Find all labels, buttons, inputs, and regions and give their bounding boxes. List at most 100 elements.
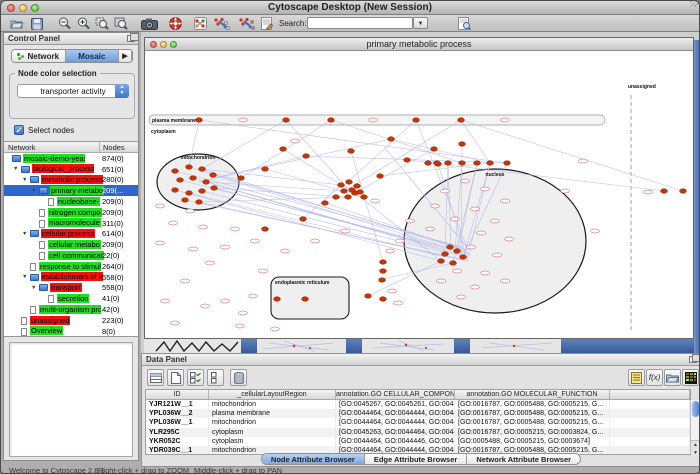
tree-row[interactable]: ▼metabolic process280(0) <box>4 175 138 186</box>
table-cell[interactable]: cytoplasm <box>209 437 336 446</box>
tree-row[interactable]: response to stimulu264(0) <box>4 261 138 272</box>
tree-expander-icon[interactable]: ▼ <box>22 177 27 183</box>
tree-item-label[interactable]: nitrogen compo <box>48 208 102 217</box>
window-resize-grip[interactable] <box>690 0 698 7</box>
table-cell[interactable]: [GO:0044464, GO:0044444, GO:0044425, G..… <box>336 418 455 427</box>
table-scrollbar[interactable]: ▲▼ <box>690 400 699 456</box>
tree-row[interactable]: Overview8(0) <box>4 326 138 337</box>
tree-row[interactable]: nitrogen compo209(0) <box>4 207 138 218</box>
table-cell[interactable]: [GO:0016787, GO:0005488, GO:0005215, G..… <box>455 400 610 409</box>
advanced-search-icon[interactable] <box>457 17 471 30</box>
tree-item-label[interactable]: transport <box>50 283 82 292</box>
tree-expander-icon[interactable]: ▼ <box>22 231 27 237</box>
tree-row[interactable]: ▼transport558(0) <box>4 283 138 294</box>
network-canvas[interactable]: plasma membranecytoplasmmitochondrionnuc… <box>145 51 693 338</box>
tree-expander-icon[interactable]: ▼ <box>31 188 36 194</box>
table-cell[interactable]: YJR121W__1 <box>146 400 209 409</box>
tree-item-label[interactable]: multi-organism pro <box>39 305 101 314</box>
unselect-attributes-icon[interactable] <box>207 369 224 386</box>
tree-row[interactable]: ▼biological_process651(0) <box>4 164 138 175</box>
tree-expander-icon[interactable]: ▼ <box>31 285 36 291</box>
snapshot-camera-icon[interactable] <box>140 17 158 30</box>
attribute-browser-tab[interactable]: Edge Attribute Browser <box>365 454 467 464</box>
tree-row[interactable]: macromolecule311(0) <box>4 218 138 229</box>
table-cell[interactable]: [GO:0045267, GO:0045261, GO:0044464, G..… <box>336 400 455 409</box>
tree-item-label[interactable]: unassigned <box>30 316 70 325</box>
function-builder-icon[interactable]: f(x) <box>646 369 663 386</box>
tree-item-label[interactable]: cellular metabo <box>48 240 101 249</box>
tree-row[interactable]: ▼cellular process614(0) <box>4 229 138 240</box>
save-icon[interactable] <box>30 17 44 30</box>
dropdown-stepper-icon[interactable]: ▲▼ <box>115 84 129 98</box>
table-row[interactable]: YPL036W__2plasma membrane[GO:0044464, GO… <box>146 409 690 418</box>
zoom-fit-icon[interactable] <box>114 17 128 30</box>
tree-column-nodes[interactable]: Nodes <box>103 143 125 152</box>
open-folder-icon[interactable] <box>9 17 23 30</box>
tree-row[interactable]: ▼establishment of lo558(0) <box>4 272 138 283</box>
table-cell[interactable]: YLR295C <box>146 428 209 437</box>
table-cell[interactable]: [GO:0016787, GO:0005488, GO:0005215, G..… <box>455 409 610 418</box>
table-cell[interactable]: [GO:0045263, GO:0044464, GO:0044455, G..… <box>336 428 455 437</box>
node-color-dropdown[interactable]: transporter activity ▲▼ <box>17 84 129 98</box>
table-column-header[interactable]: annotation.GO CELLULAR_COMPONENT <box>336 390 455 399</box>
tab-mosaic[interactable]: Mosaic <box>66 50 120 62</box>
float-panel-icon[interactable] <box>689 356 697 363</box>
tree-row[interactable]: cell communicat22(0) <box>4 250 138 261</box>
attribute-browser-tab[interactable]: Node Attribute Browser <box>262 454 365 464</box>
network-view-titlebar[interactable]: primary metabolic process <box>145 38 693 51</box>
tree-item-label[interactable]: cellular process <box>41 229 95 238</box>
tree-row[interactable]: unassigned223(0) <box>4 315 138 326</box>
select-nodes-checkbox[interactable]: ✓ <box>14 125 24 135</box>
minimized-view-thumbnail[interactable] <box>156 341 238 351</box>
select-attributes-icon[interactable] <box>187 369 204 386</box>
tree-row[interactable]: secretion41(0) <box>4 293 138 304</box>
load-attributes-icon[interactable] <box>664 369 681 386</box>
tree-item-label[interactable]: cell communicat <box>48 251 104 260</box>
tree-item-label[interactable]: biological_process <box>32 164 94 173</box>
tree-item-label[interactable]: Overview <box>30 326 63 335</box>
float-panel-icon[interactable] <box>127 35 135 42</box>
table-cell[interactable]: YPL036W__2 <box>146 409 209 418</box>
attribute-table-icon[interactable] <box>147 369 164 386</box>
tab-overflow-arrow[interactable]: ▶ <box>119 50 132 62</box>
tree-expander-icon[interactable]: ▼ <box>13 166 18 172</box>
table-cell[interactable]: mitochondrion <box>209 418 336 427</box>
tree-expander-icon[interactable]: ▼ <box>22 274 27 280</box>
tree-item-label[interactable]: metabolic process <box>41 175 103 184</box>
zoom-out-icon[interactable] <box>57 17 71 30</box>
zoom-in-icon[interactable] <box>76 17 90 30</box>
tree-item-label[interactable]: macromolecule <box>48 218 101 227</box>
tab-network[interactable]: Network <box>12 50 66 62</box>
table-cell[interactable]: [GO:0044464, GO:0044444, GO:0044425, G..… <box>336 409 455 418</box>
tree-row[interactable]: cellular metabo209(0) <box>4 239 138 250</box>
table-row[interactable]: YJR121W__1mitochondrion[GO:0045267, GO:0… <box>146 400 690 409</box>
help-lifebuoy-icon[interactable] <box>168 17 182 30</box>
zoom-selected-icon[interactable] <box>95 17 109 30</box>
tree-row[interactable]: ▼primary metabo209(... <box>4 185 138 196</box>
table-cell[interactable]: YKR052C <box>146 437 209 446</box>
tree-row[interactable]: nucleobase-209(0) <box>4 196 138 207</box>
search-dropdown-arrow[interactable]: ▼ <box>413 17 428 29</box>
birdseye-view-panel[interactable] <box>9 342 133 457</box>
apply-layout-alt-icon[interactable] <box>237 17 255 30</box>
table-column-header[interactable]: _cellularLayoutRegion <box>209 390 336 399</box>
apply-layout-icon[interactable] <box>212 17 230 30</box>
table-cell[interactable]: plasma membrane <box>209 409 336 418</box>
tree-item-label[interactable]: mosaic-demo-yeast <box>23 154 85 163</box>
tree-row[interactable]: multi-organism pro42(0) <box>4 304 138 315</box>
background-view-thumbnail[interactable] <box>262 341 552 351</box>
table-cell[interactable]: mitochondrion <box>209 400 336 409</box>
heatmap-icon[interactable] <box>682 369 699 386</box>
scrollbar-thumb[interactable] <box>692 401 699 417</box>
table-column-header[interactable]: annotation.GO MOLECULAR_FUNCTION <box>455 390 610 399</box>
table-cell[interactable]: [GO:0044464, GO:0044446, GO:0044444, G..… <box>336 437 455 446</box>
tree-item-label[interactable]: response to stimulu <box>39 262 101 271</box>
create-network-icon[interactable] <box>193 17 207 30</box>
import-attributes-icon[interactable] <box>628 369 645 386</box>
table-cell[interactable]: [GO:0005488, GO:0005215, GO:0003674] <box>455 437 610 446</box>
annotation-icon[interactable] <box>260 17 274 30</box>
table-cell[interactable]: cytoplasm <box>209 428 336 437</box>
table-row[interactable]: YPL036W__1mitochondrion[GO:0044464, GO:0… <box>146 418 690 427</box>
tree-column-network[interactable]: Network <box>8 143 36 152</box>
tree-item-label[interactable]: secretion <box>57 294 89 303</box>
